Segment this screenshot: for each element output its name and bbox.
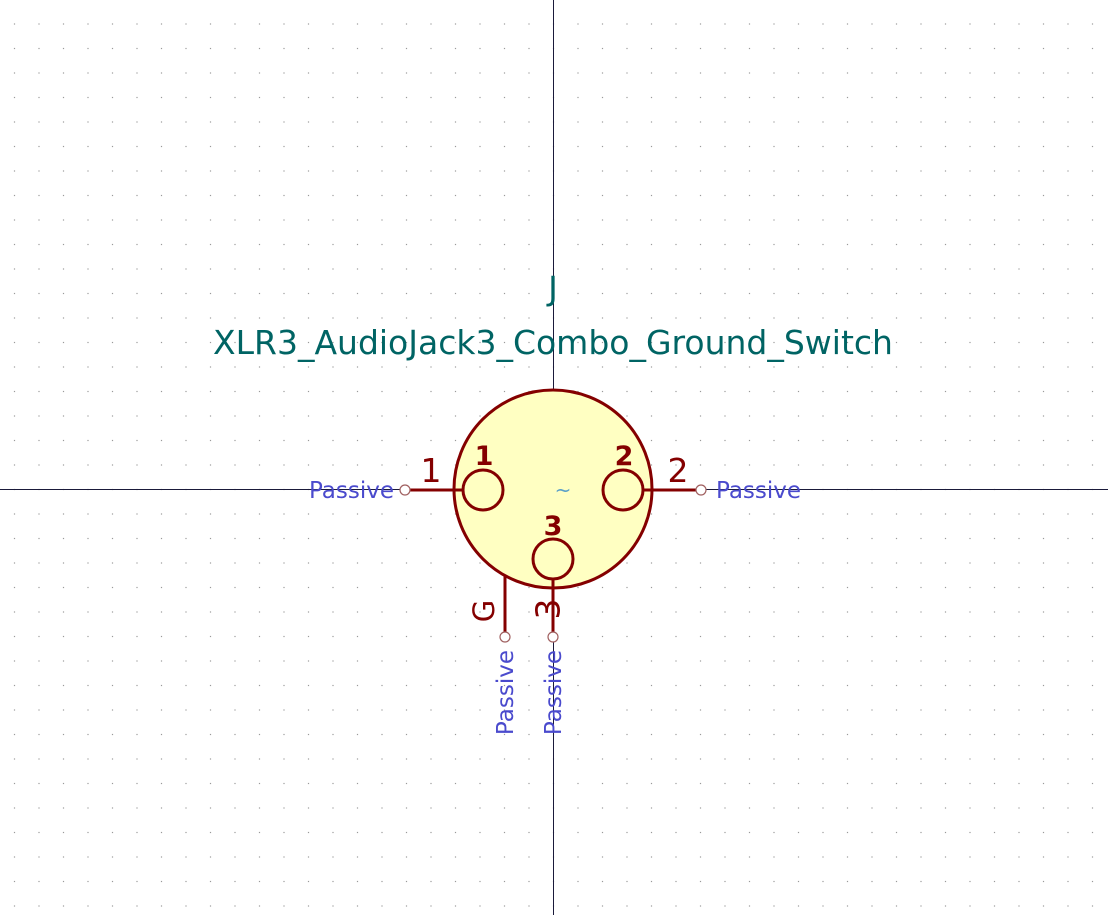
pin-g-end-marker[interactable] (499, 631, 511, 643)
pin-3-name: 3 (544, 511, 563, 542)
pin-1-name: 1 (475, 441, 494, 472)
unit-marker: ~ (555, 478, 572, 502)
xlr-symbol[interactable]: 1 2 3 ~ 1 2 3 G Passive Passive Passive … (309, 388, 801, 735)
pin-2-number: 2 (668, 451, 689, 490)
pin-2-name: 2 (615, 441, 634, 472)
connector-body[interactable] (452, 388, 654, 590)
value-field[interactable]: XLR3_AudioJack3_Combo_Ground_Switch (213, 323, 893, 362)
pin-g-number: G (467, 600, 501, 622)
pin-1-number: 1 (421, 451, 442, 490)
pin-1-type: Passive (309, 478, 394, 504)
schematic-canvas[interactable]: 1 2 3 ~ 1 2 3 G Passive Passive Passive … (0, 0, 1108, 915)
pin-2-end-marker[interactable] (695, 484, 707, 496)
pin-1-end-marker[interactable] (399, 484, 411, 496)
reference-field[interactable]: J (546, 269, 558, 308)
pin-3-end-marker[interactable] (547, 631, 559, 643)
pin-3-number: 3 (529, 599, 568, 620)
pin-3-type: Passive (541, 650, 567, 735)
pin-2-type: Passive (716, 478, 801, 504)
pin-g-type: Passive (493, 650, 519, 735)
